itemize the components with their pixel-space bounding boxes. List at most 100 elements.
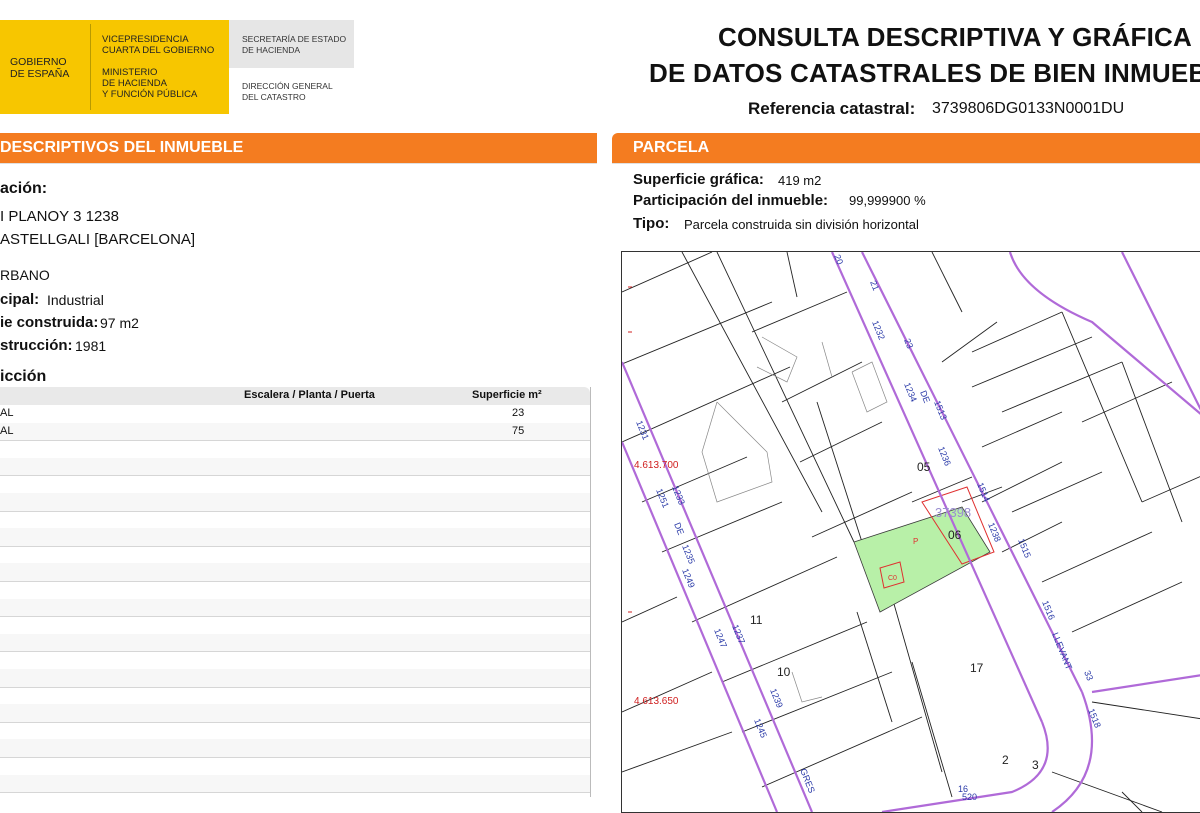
directorate-text: DIRECCIÓN GENERAL DEL CATASTRO xyxy=(242,81,333,102)
address-line-2: ASTELLGALI [BARCELONA] xyxy=(0,231,196,248)
gov-name-line: DE ESPAÑA xyxy=(10,68,70,80)
section-bar-descriptive: DESCRIPTIVOS DEL INMUEBLE xyxy=(0,133,597,163)
table-row xyxy=(0,687,590,706)
table-row xyxy=(0,563,590,582)
table-cell-surface: 23 xyxy=(512,407,525,419)
street-number-label: 1514 xyxy=(975,481,992,503)
parcel-reference-label: 37398 xyxy=(935,505,971,520)
page-title-line-2: DE DATOS CATASTRALES DE BIEN INMUEBLE xyxy=(649,58,1200,88)
table-row xyxy=(0,598,590,618)
table-row xyxy=(0,669,590,688)
street-number-label: DE xyxy=(918,389,932,404)
section-title: DESCRIPTIVOS DEL INMUEBLE xyxy=(0,139,244,156)
street-number-label: 1516 xyxy=(1040,599,1057,621)
table-cell-use: AL xyxy=(0,407,14,419)
type-label: Tipo: xyxy=(633,215,670,232)
construction-heading: icción xyxy=(0,368,47,385)
construction-table: Escalera / Planta / Puerta Superficie m²… xyxy=(0,387,591,797)
vice-line: CUARTA DEL GOBIERNO xyxy=(102,45,215,56)
table-row xyxy=(0,722,590,741)
street-number-label: 33 xyxy=(1082,669,1095,682)
use-value: Industrial xyxy=(47,292,104,308)
parcel-number-label: 10 xyxy=(777,665,791,679)
column-header-surface: Superficie m² xyxy=(472,389,542,401)
table-cell-use: AL xyxy=(0,424,14,437)
street-number-label: 1236 xyxy=(936,445,953,467)
table-row xyxy=(0,774,590,794)
table-row xyxy=(0,511,590,530)
directorate-line: DIRECCIÓN GENERAL xyxy=(242,81,333,91)
parcel-number-label: 06 xyxy=(948,528,962,542)
gov-name: GOBIERNO DE ESPAÑA xyxy=(10,56,69,80)
table-row: AL 75 xyxy=(0,422,590,442)
street-number-label: 1234 xyxy=(902,381,919,403)
street-number-label: 1239 xyxy=(768,687,785,709)
table-row xyxy=(0,457,590,477)
ministry-line: Y FUNCIÓN PÚBLICA xyxy=(102,89,198,100)
secretariat-line: DE HACIENDA xyxy=(242,44,301,55)
ministry-line: DE HACIENDA xyxy=(102,78,167,89)
participation-value: 99,999900 % xyxy=(849,193,926,208)
section-bar-underline xyxy=(0,163,597,164)
ministry-line: MINISTERIO xyxy=(102,67,158,78)
table-row xyxy=(0,651,590,670)
section-bar-underline xyxy=(612,163,1200,164)
table-row: AL 23 xyxy=(0,405,590,424)
table-row xyxy=(0,528,590,547)
ministry-text: MINISTERIO DE HACIENDA Y FUNCIÓN PÚBLICA xyxy=(102,67,197,100)
parcel-number-label: 05 xyxy=(917,460,931,474)
parcel-number-label: 3 xyxy=(1032,758,1039,772)
street-number-label: 23 xyxy=(902,337,915,350)
parcel-number-label: 17 xyxy=(970,661,984,675)
page-title-line-1: CONSULTA DESCRIPTIVA Y GRÁFICA xyxy=(717,22,1193,52)
street-number-label: 1513 xyxy=(932,399,949,421)
built-surface-value: 97 m2 xyxy=(100,315,139,331)
construction-year-value: 1981 xyxy=(75,338,107,354)
graphic-surface-label: Superficie gráfica: xyxy=(633,171,764,188)
cadastral-map[interactable]: 4.613.700 4.613.650 37398 05 06 11 10 17 2 3 21 23 1… xyxy=(621,251,1200,813)
participation-label: Participación del inmueble: xyxy=(633,192,829,209)
construction-year-label: strucción: xyxy=(0,337,73,354)
table-row xyxy=(0,633,590,653)
cadastral-reference-value: 3739806DG0133N0001DU xyxy=(932,100,1125,117)
table-row xyxy=(0,757,590,776)
table-row xyxy=(0,493,590,512)
directorate-line: DEL CATASTRO xyxy=(242,91,306,102)
use-label: cipal: xyxy=(0,291,40,308)
column-header-location: Escalera / Planta / Puerta xyxy=(244,389,375,401)
location-label: ación: xyxy=(0,180,48,197)
vicepresidency-text: VICEPRESIDENCIA CUARTA DEL GOBIERNO xyxy=(102,34,214,56)
table-row xyxy=(0,739,590,758)
coordinate-label: 4.613.700 xyxy=(634,460,679,471)
table-row xyxy=(0,704,590,723)
gov-name-line: GOBIERNO xyxy=(10,56,67,68)
table-cell-surface: 75 xyxy=(512,424,525,437)
graphic-surface-value: 419 m2 xyxy=(778,173,822,188)
table-row xyxy=(0,546,590,565)
logo-divider xyxy=(90,24,91,110)
table-header: Escalera / Planta / Puerta Superficie m² xyxy=(0,387,590,405)
table-row xyxy=(0,475,590,494)
parcel-number-label: 2 xyxy=(1002,753,1009,767)
table-row xyxy=(0,440,590,459)
street-number-label: 1235 xyxy=(680,543,697,565)
address-line-1: I PLANOY 3 1238 xyxy=(0,208,119,225)
street-number-label: LLEVANT xyxy=(1050,631,1074,672)
street-number-label: 21 xyxy=(868,279,881,292)
parcel-letter-label: P xyxy=(913,537,918,546)
secretariat-text: SECRETARÍA DE ESTADO DE HACIENDA xyxy=(242,34,346,55)
street-number-label: 1515 xyxy=(1016,537,1033,559)
street-number-label: 1237 xyxy=(730,623,747,645)
coordinate-label: 4.613.650 xyxy=(634,696,679,707)
street-number-label: 1232 xyxy=(870,319,887,341)
class-value: RBANO xyxy=(0,267,50,283)
parcel-number-label: 11 xyxy=(750,613,763,627)
cadastral-map-svg: 4.613.7004.613.6503739805061110 172 321231… xyxy=(622,252,1200,812)
street-number-label: DE xyxy=(672,521,686,536)
section-bar-parcel: PARCELA xyxy=(612,133,1200,163)
street-number-label: 1245 xyxy=(752,717,769,739)
building-outlines xyxy=(701,336,888,703)
table-row xyxy=(0,581,590,600)
type-value: Parcela construida sin división horizont… xyxy=(684,217,919,232)
street-number-label: GRES xyxy=(798,767,817,794)
